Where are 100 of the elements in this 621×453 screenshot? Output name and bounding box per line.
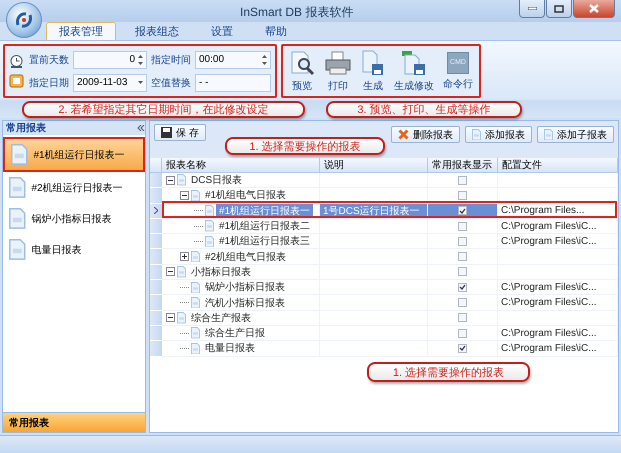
- add-report-button[interactable]: 添加报表: [465, 126, 532, 143]
- cross-icon: [398, 129, 409, 140]
- calendar-icon: [9, 73, 24, 88]
- table-cell: 电量日报表: [162, 341, 320, 357]
- ribbon-tab[interactable]: 设置: [198, 22, 246, 40]
- table-cell: DCS日报表: [162, 173, 320, 188]
- checkbox[interactable]: [458, 252, 467, 262]
- days-spin-field[interactable]: 0: [73, 50, 147, 68]
- maximize-icon: [554, 4, 564, 12]
- checkbox[interactable]: [458, 206, 467, 216]
- document-icon: [191, 250, 200, 262]
- table-cell: C:\Program Files\iC...: [498, 295, 618, 311]
- collapse-node-icon[interactable]: [166, 176, 175, 185]
- sidebar-footer[interactable]: 常用报表: [3, 412, 145, 432]
- date-dropdown[interactable]: 2009-11-03: [73, 74, 147, 92]
- checkbox[interactable]: [458, 176, 467, 185]
- table-cell: 锅炉小指标日报表: [162, 280, 320, 296]
- document-icon: [9, 208, 26, 229]
- column-header[interactable]: 配置文件: [498, 158, 618, 173]
- document-icon: [9, 239, 26, 260]
- collapse-node-icon[interactable]: [180, 190, 189, 200]
- document-icon: [191, 342, 200, 354]
- column-header[interactable]: 说明: [320, 158, 428, 173]
- checkbox[interactable]: [458, 328, 467, 338]
- delete-report-button[interactable]: 删除报表: [391, 126, 460, 143]
- ribbon-button[interactable]: 打印: [322, 48, 354, 94]
- checkbox[interactable]: [458, 282, 467, 292]
- ribbon-tab[interactable]: 帮助: [252, 22, 300, 40]
- row-indicator[interactable]: [150, 204, 162, 219]
- field-label: 指定日期: [29, 76, 69, 90]
- magnifier-icon: [289, 50, 315, 76]
- clock-icon: [9, 54, 24, 69]
- field-label: 指定时间: [151, 54, 191, 66]
- sidebar-item[interactable]: #2机组运行日报表一: [3, 172, 145, 203]
- document-icon: [191, 327, 200, 339]
- document-icon: [11, 144, 28, 165]
- document-icon: [177, 174, 186, 186]
- document-icon: [191, 190, 200, 202]
- table-cell: 汽机小指标日报表: [162, 295, 320, 311]
- column-header[interactable]: 常用报表显示: [428, 158, 498, 173]
- document-disk-icon: [401, 50, 427, 76]
- document-disk-icon: [361, 50, 385, 76]
- table-cell: #1机组运行日报表三: [162, 234, 320, 250]
- sidebar-item[interactable]: 锅炉小指标日报表: [3, 203, 145, 234]
- add-child-report-button[interactable]: 添加子报表: [537, 126, 614, 143]
- column-header[interactable]: 报表名称: [162, 158, 320, 173]
- null-replace-field[interactable]: - -: [195, 74, 271, 92]
- document-icon: [177, 312, 186, 324]
- table-cell: C:\Program Files\iC...: [498, 280, 618, 296]
- header-corner: [150, 158, 162, 173]
- app-logo-icon[interactable]: [6, 2, 42, 38]
- ribbon-button[interactable]: 生成修改: [392, 48, 436, 94]
- document-icon: [205, 236, 214, 248]
- time-spin-field[interactable]: 00:00: [195, 50, 271, 68]
- caret-icon: [138, 81, 143, 84]
- sidebar-item[interactable]: #1机组运行日报表一: [3, 137, 145, 172]
- ribbon-button[interactable]: 预览: [287, 48, 317, 94]
- collapse-node-icon[interactable]: [166, 267, 175, 276]
- floppy-icon: [161, 127, 172, 138]
- chevron-right-icon: [154, 207, 158, 214]
- spin-arrows-icon: [262, 54, 267, 66]
- checkbox[interactable]: [458, 344, 467, 353]
- field-label: 空值替换: [151, 76, 191, 90]
- table-cell: C:\Program Files\iC...: [498, 218, 618, 234]
- callout: 3. 预览、打印、生成等操作: [326, 101, 522, 118]
- field-label: 置前天数: [29, 54, 69, 66]
- ribbon-tab[interactable]: 报表组态: [122, 22, 192, 40]
- minimize-button[interactable]: [519, 0, 545, 18]
- save-button[interactable]: 保 存: [154, 124, 206, 141]
- window-title: InSmart DB 报表软件: [240, 4, 354, 21]
- callout: 2. 若希望指定其它日期时间，在此修改设定: [22, 101, 305, 118]
- collapse-node-icon[interactable]: [166, 313, 175, 322]
- table-cell: 综合生产日报: [162, 326, 320, 342]
- close-button[interactable]: [573, 0, 615, 18]
- printer-icon: [324, 50, 352, 76]
- document-icon: [9, 177, 26, 198]
- collapse-icon[interactable]: [137, 125, 145, 131]
- callout: 1. 选择需要操作的报表: [367, 362, 530, 382]
- table-cell: #2机组电气日报表: [162, 249, 320, 265]
- expand-node-icon[interactable]: [180, 252, 189, 262]
- ribbon-button[interactable]: 生成: [359, 48, 387, 94]
- checkbox[interactable]: [458, 222, 467, 231]
- table-cell: #1机组运行日报表二: [162, 218, 320, 234]
- document-icon: [191, 282, 200, 293]
- checkbox[interactable]: [458, 298, 467, 308]
- ribbon-tab[interactable]: 报表管理: [46, 22, 116, 40]
- checkbox[interactable]: [458, 190, 467, 200]
- checkbox[interactable]: [458, 267, 467, 276]
- checkbox[interactable]: [458, 313, 467, 322]
- sidebar-item[interactable]: 电量日报表: [3, 234, 145, 265]
- minimize-icon: [528, 7, 536, 10]
- document-icon: [177, 266, 186, 278]
- table-cell: C:\Program Files\iC...: [498, 341, 618, 357]
- document-icon: [191, 296, 200, 308]
- table-cell: C:\Program Files\iC...: [498, 326, 618, 342]
- table-cell: 小指标日报表: [162, 264, 320, 280]
- checkbox[interactable]: [458, 236, 467, 246]
- document-icon: [472, 128, 481, 140]
- maximize-button[interactable]: [546, 0, 572, 18]
- callout: 1. 选择需要操作的报表: [225, 137, 385, 155]
